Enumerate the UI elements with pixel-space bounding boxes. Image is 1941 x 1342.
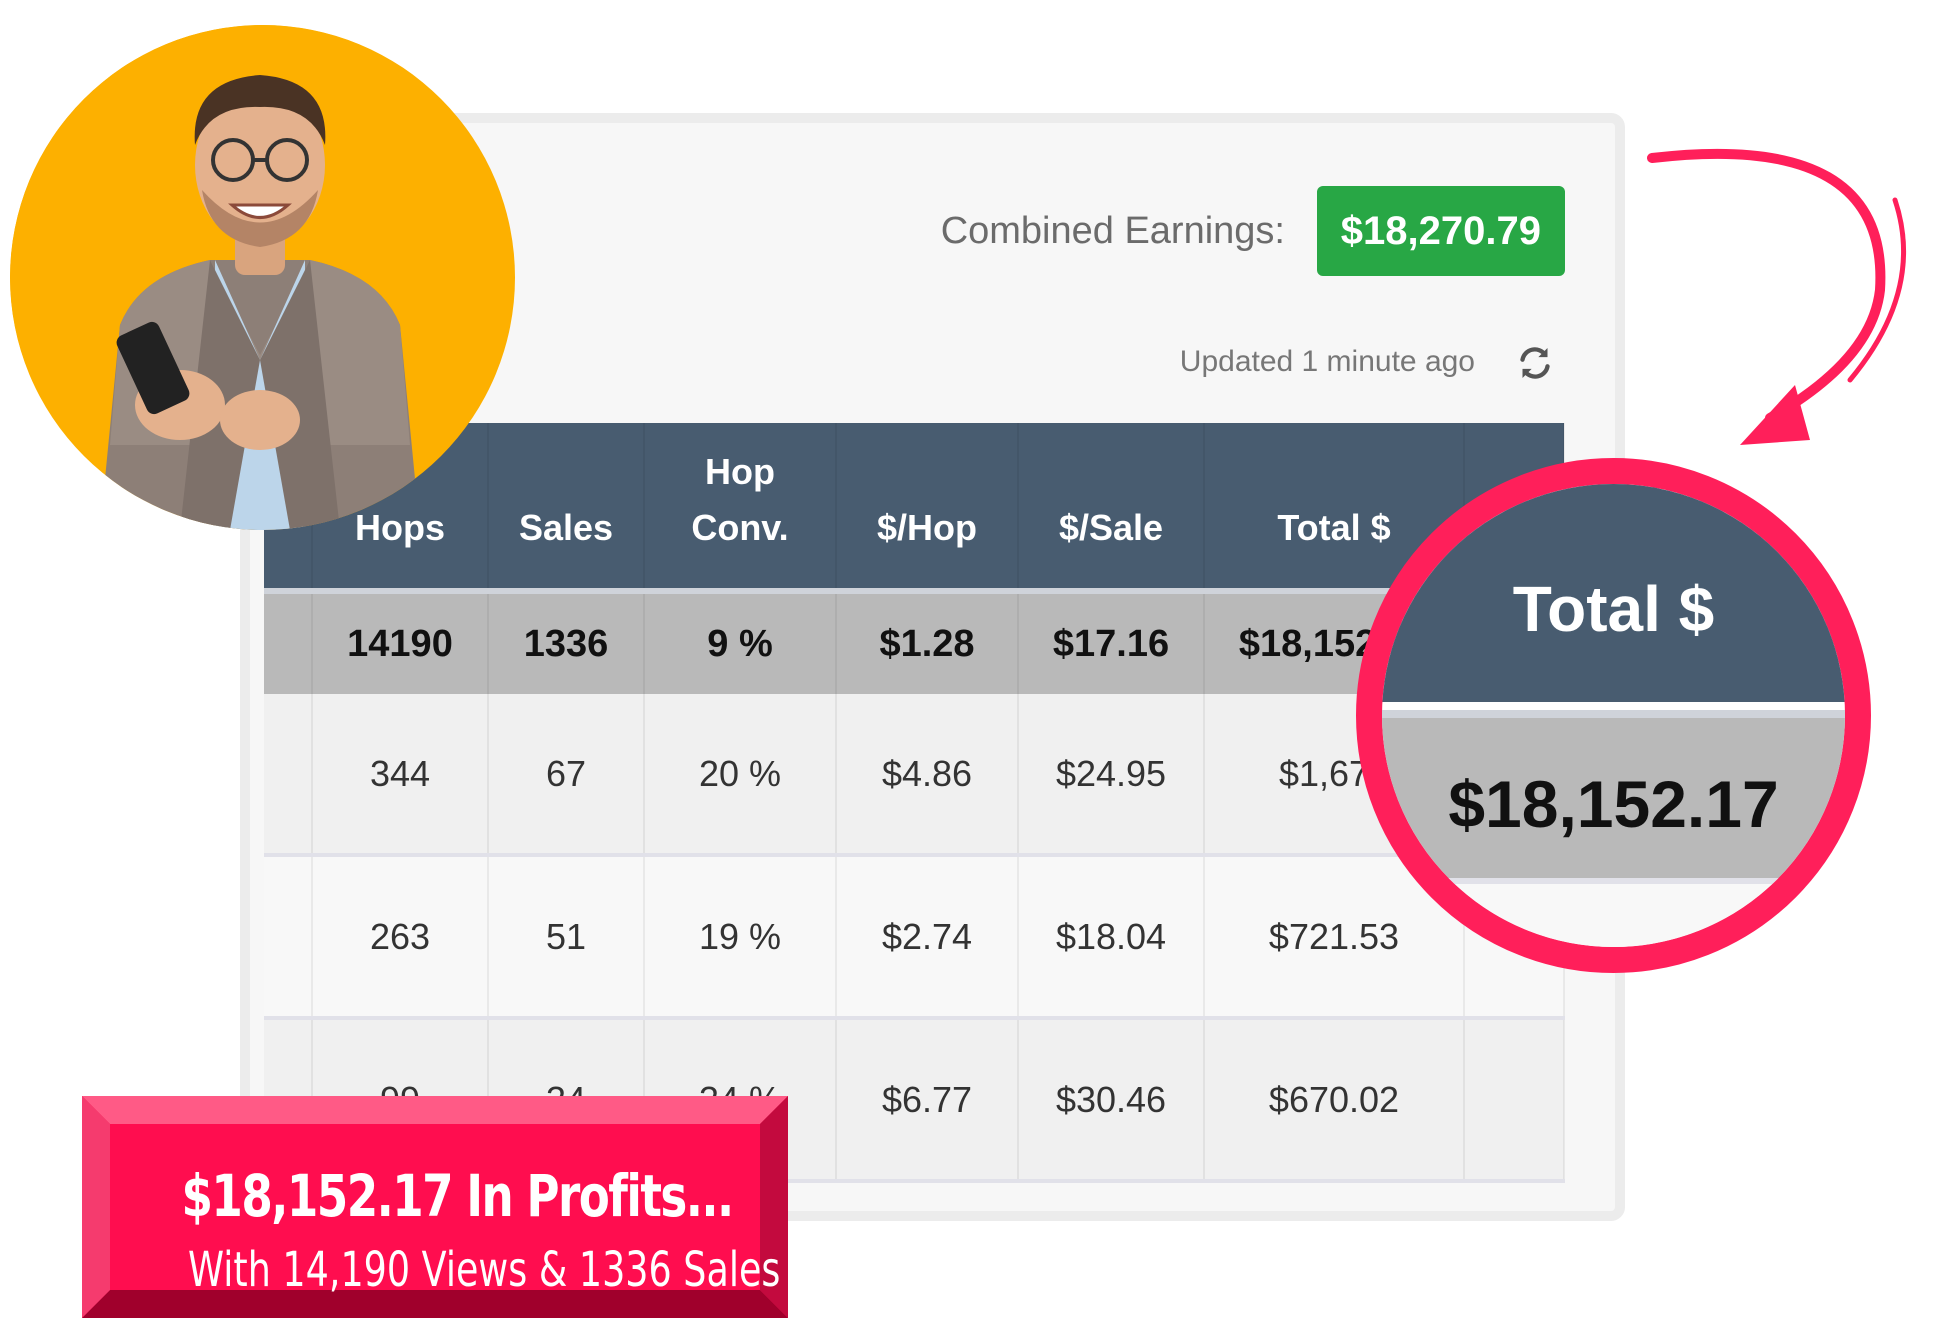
cell-hop-conv: 19 % <box>644 855 837 1020</box>
total-per-hop: $1.28 <box>836 588 1019 694</box>
curved-arrow-icon <box>1647 148 1907 445</box>
table-row[interactable]: 263 51 19 % $2.74 $18.04 $721.53 <box>264 855 1565 1020</box>
avatar <box>10 25 515 530</box>
profit-banner: $18,152.17 In Profits... With 14,190 Vie… <box>82 1096 788 1318</box>
stats-table: Hops Sales Hop Conv. $/Hop $/Sale Total $… <box>264 423 1565 1183</box>
total-hops: 14190 <box>312 588 489 694</box>
zoom-total-value: $18,152.17 <box>1448 767 1779 841</box>
cell-hops: 263 <box>312 855 489 1020</box>
total-per-sale: $17.16 <box>1018 588 1205 694</box>
cell-hops: 344 <box>312 694 489 857</box>
cell-hop-conv: 20 % <box>644 694 837 857</box>
zoom-header-label: Total $ <box>1512 573 1715 645</box>
total-hop-conv: 9 % <box>644 588 837 694</box>
person-illustration <box>10 25 514 530</box>
table-header-row: Hops Sales Hop Conv. $/Hop $/Sale Total $ <box>264 423 1565 591</box>
column-header-sales[interactable]: Sales <box>488 423 645 591</box>
cell-per-hop: $6.77 <box>836 1018 1019 1183</box>
cell-sales: 51 <box>488 855 645 1020</box>
column-header-per-sale[interactable]: $/Sale <box>1018 423 1205 591</box>
total-zoom-callout: Total $ $18,152.17 <box>1356 458 1871 973</box>
cell-total: $670.02 <box>1204 1018 1465 1183</box>
refresh-icon[interactable] <box>1515 343 1555 383</box>
banner-subtitle: With 14,190 Views & 1336 Sales <box>188 1242 781 1298</box>
banner-title: $18,152.17 In Profits... <box>181 1162 735 1230</box>
column-header-per-hop[interactable]: $/Hop <box>836 423 1019 591</box>
cell-per-sale: $18.04 <box>1018 855 1205 1020</box>
cell-per-sale: $30.46 <box>1018 1018 1205 1183</box>
cell-per-hop: $4.86 <box>836 694 1019 857</box>
cell-per-sale: $24.95 <box>1018 694 1205 857</box>
total-sales: 1336 <box>488 588 645 694</box>
column-header-hop-conv[interactable]: Hop Conv. <box>644 423 837 591</box>
combined-earnings-label: Combined Earnings: <box>940 210 1285 252</box>
cell-per-hop: $2.74 <box>836 855 1019 1020</box>
combined-earnings-badge: $18,270.79 <box>1316 186 1565 276</box>
cell-sales: 67 <box>488 694 645 857</box>
updated-status: Updated 1 minute ago <box>1179 345 1475 378</box>
